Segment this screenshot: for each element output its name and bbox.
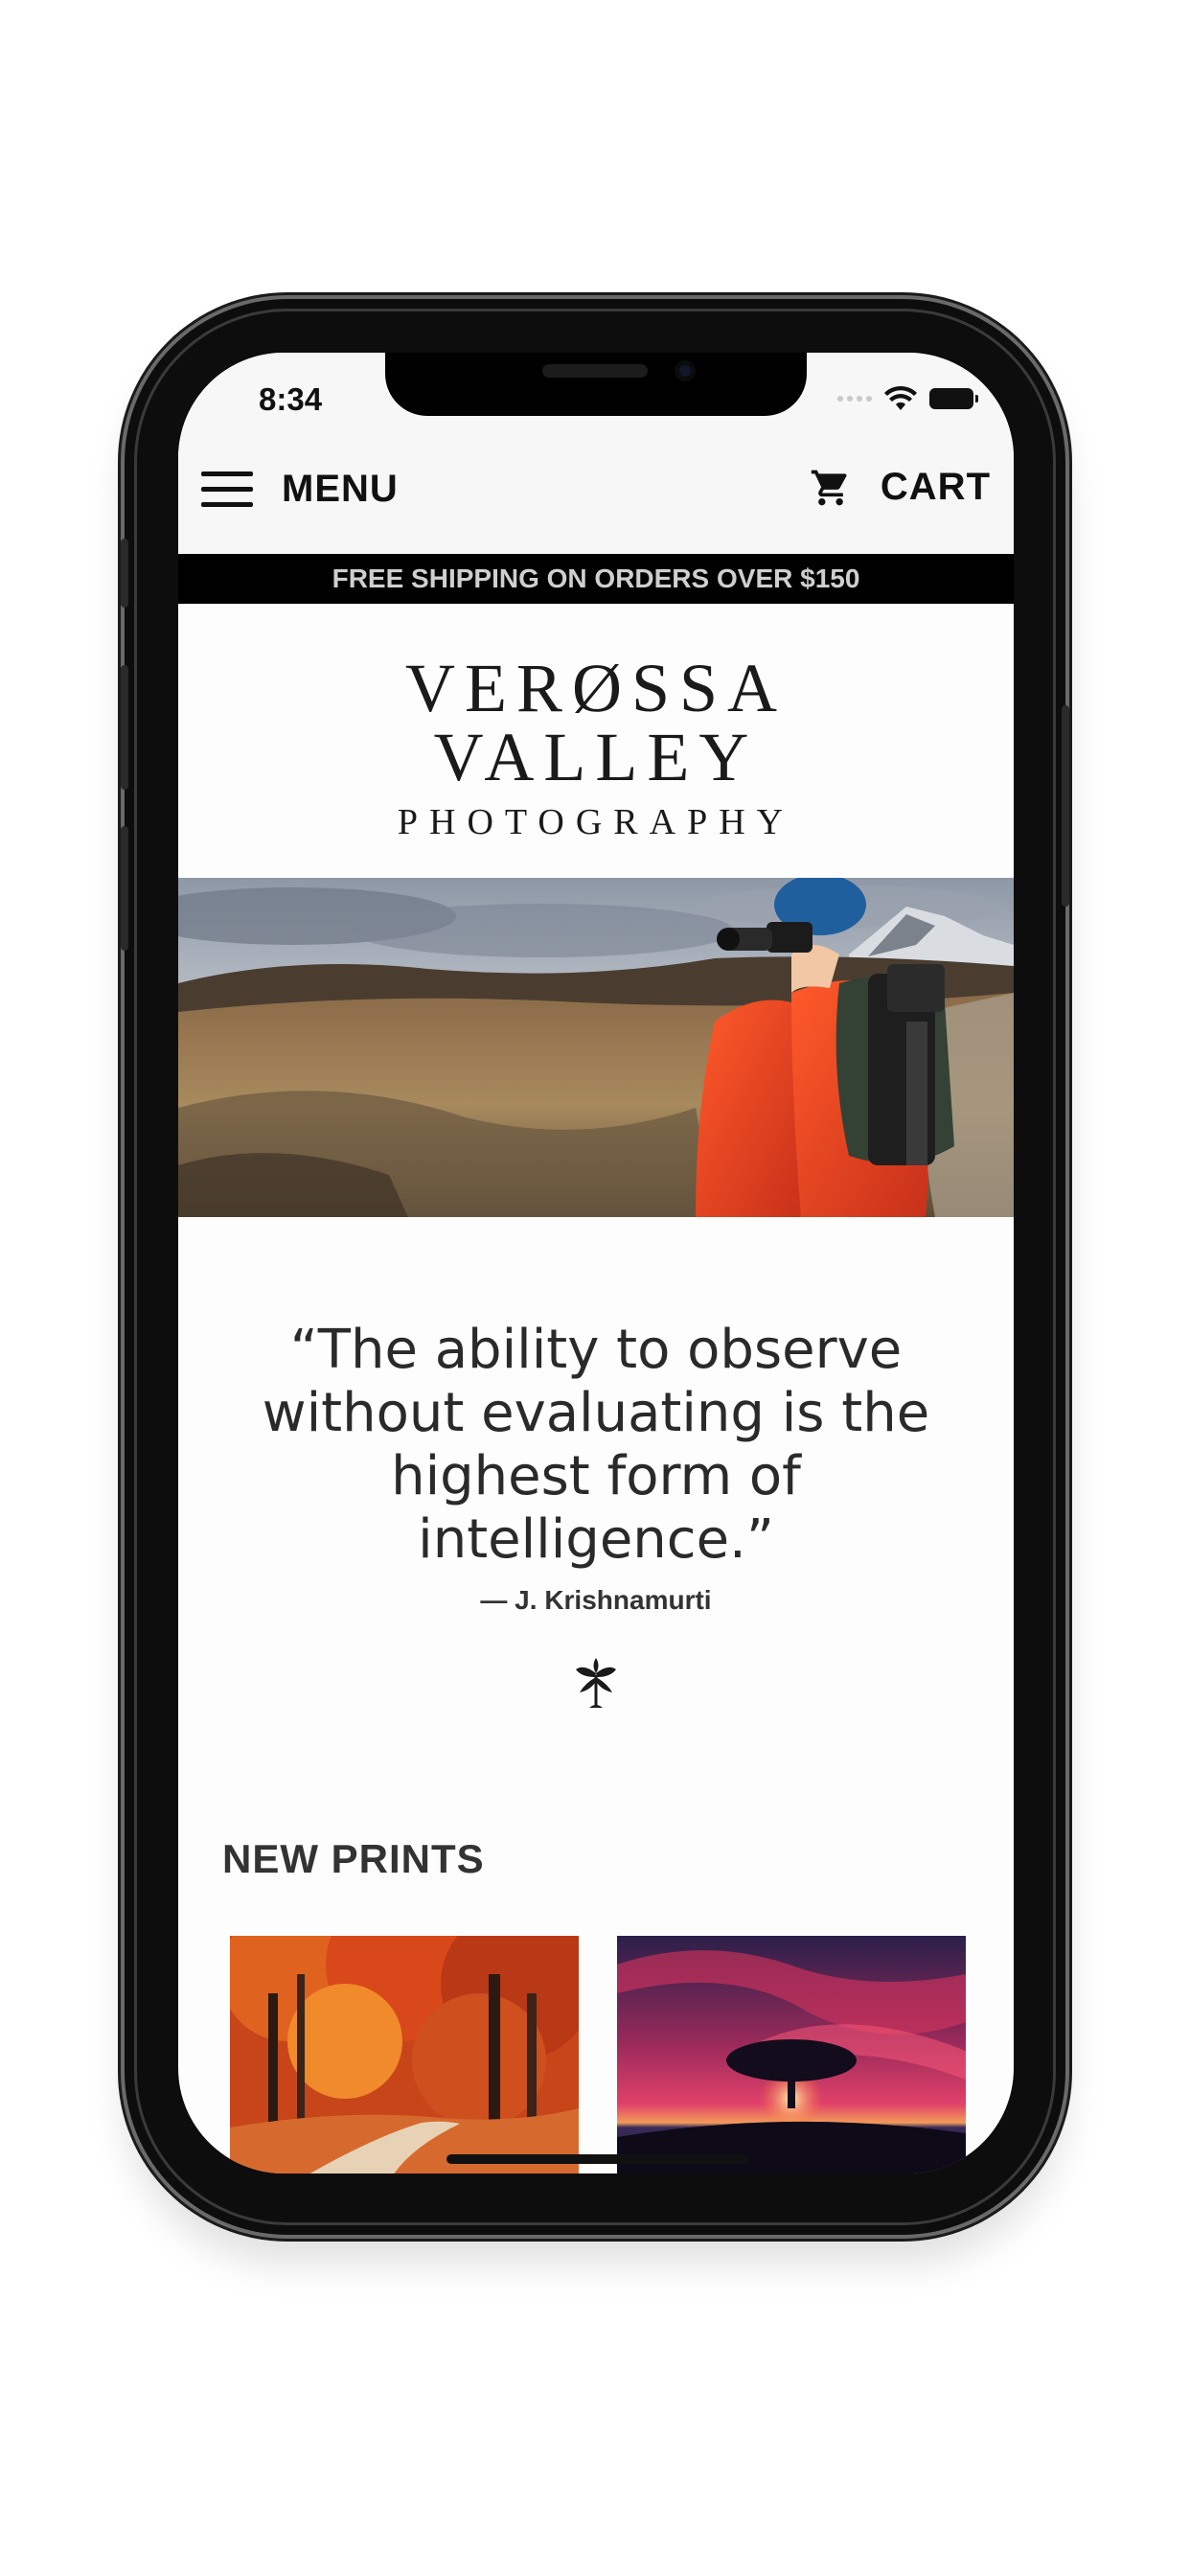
new-prints-title: NEW PRINTS bbox=[222, 1836, 485, 1881]
site-logo[interactable]: VERØSSA VALLEY PHOTOGRAPHY bbox=[178, 604, 1014, 878]
fleuron-ornament-icon bbox=[178, 1654, 1014, 1718]
quote-text: “The ability to observe without evaluati… bbox=[262, 1319, 930, 1571]
earpiece-speaker bbox=[542, 364, 648, 378]
hero-image-photographer bbox=[178, 878, 1014, 1217]
cart-icon bbox=[811, 470, 847, 505]
mute-switch bbox=[121, 539, 128, 608]
print-card-tree-sunset[interactable] bbox=[617, 1936, 966, 2174]
logo-line-3: PHOTOGRAPHY bbox=[397, 802, 795, 842]
menu-button[interactable]: MENU bbox=[201, 468, 399, 511]
phone-notch bbox=[385, 353, 807, 416]
volume-up-button bbox=[121, 665, 128, 790]
status-icons bbox=[837, 385, 978, 412]
print-card-autumn-forest[interactable] bbox=[230, 1936, 579, 2174]
app-header: MENU CART bbox=[178, 429, 1014, 554]
status-time: 8:34 bbox=[259, 381, 323, 417]
home-indicator[interactable] bbox=[446, 2154, 749, 2164]
tree-sunset-image bbox=[617, 1936, 966, 2174]
logo-line-1: VERØSSA bbox=[404, 650, 788, 726]
phone-screen: 8:34 MENU CART FREE SHIPPING ON ORDERS O… bbox=[178, 353, 1014, 2174]
menu-label: MENU bbox=[282, 468, 399, 510]
power-button bbox=[1062, 705, 1069, 907]
cellular-signal-icon bbox=[837, 396, 872, 402]
quote-section: “The ability to observe without evaluati… bbox=[178, 1217, 1014, 1811]
wifi-icon bbox=[884, 385, 917, 410]
cart-label: CART bbox=[880, 466, 991, 508]
quote-author: — J. Krishnamurti bbox=[480, 1585, 712, 1615]
front-camera bbox=[675, 360, 696, 381]
autumn-forest-path-image bbox=[230, 1936, 579, 2174]
cart-button[interactable]: CART bbox=[810, 466, 991, 509]
promo-banner: FREE SHIPPING ON ORDERS OVER $150 bbox=[178, 554, 1014, 604]
battery-icon bbox=[929, 388, 978, 409]
hamburger-icon bbox=[201, 471, 253, 508]
volume-down-button bbox=[121, 826, 128, 951]
logo-line-2: VALLEY bbox=[433, 719, 759, 795]
